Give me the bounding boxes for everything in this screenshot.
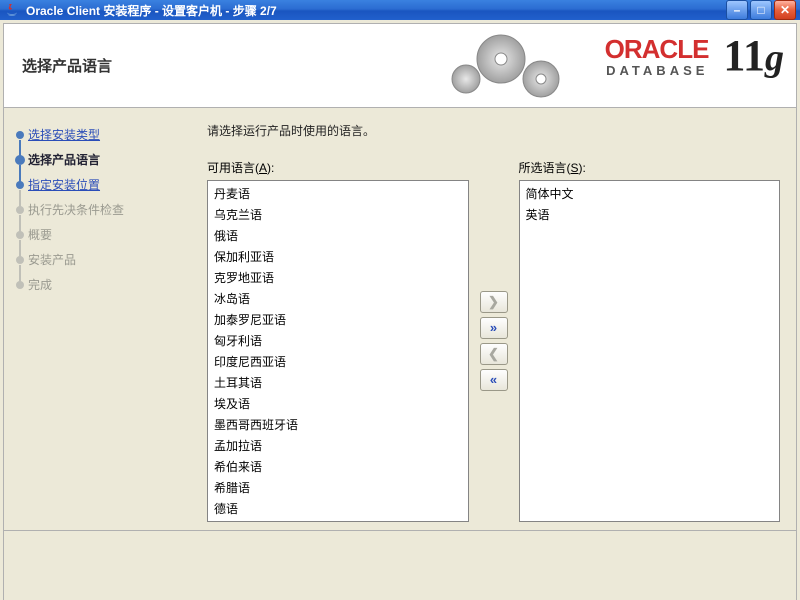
list-item[interactable]: 匈牙利语 <box>208 330 468 351</box>
minimize-button[interactable]: – <box>726 0 748 20</box>
move-all-right-button[interactable]: » <box>480 317 508 339</box>
selected-languages-list[interactable]: 简体中文英语 <box>519 180 781 522</box>
maximize-button[interactable]: □ <box>750 0 772 20</box>
move-right-button[interactable]: ❯ <box>480 291 508 313</box>
list-item[interactable]: 德语 <box>208 498 468 519</box>
oracle-logo: ORACLE DATABASE <box>605 34 709 78</box>
list-item[interactable]: 简体中文 <box>520 183 780 204</box>
gears-graphic <box>441 24 591 109</box>
move-left-button[interactable]: ❮ <box>480 343 508 365</box>
list-item[interactable]: 土耳其语 <box>208 372 468 393</box>
wizard-step-5: 安装产品 <box>4 247 199 272</box>
move-all-left-button[interactable]: « <box>480 369 508 391</box>
list-item[interactable]: 英语 <box>520 204 780 225</box>
list-item[interactable]: 冰岛语 <box>208 288 468 309</box>
titlebar: Oracle Client 安装程序 - 设置客户机 - 步骤 2/7 – □ … <box>0 0 800 20</box>
instruction-text: 请选择运行产品时使用的语言。 <box>207 122 780 139</box>
available-languages-list[interactable]: 丹麦语乌克兰语俄语保加利亚语克罗地亚语冰岛语加泰罗尼亚语匈牙利语印度尼西亚语土耳… <box>207 180 469 522</box>
java-icon <box>4 2 20 18</box>
window-title: Oracle Client 安装程序 - 设置客户机 - 步骤 2/7 <box>26 2 726 19</box>
list-item[interactable]: 乌克兰语 <box>208 204 468 225</box>
list-item[interactable]: 俄语 <box>208 225 468 246</box>
version-logo: 11g <box>723 30 784 81</box>
wizard-sidebar: 选择安装类型选择产品语言指定安装位置执行先决条件检查概要安装产品完成 <box>4 108 199 530</box>
list-item[interactable]: 希伯来语 <box>208 456 468 477</box>
wizard-step-0[interactable]: 选择安装类型 <box>4 122 199 147</box>
list-item[interactable]: 保加利亚语 <box>208 246 468 267</box>
wizard-content: 请选择运行产品时使用的语言。 可用语言(A): 丹麦语乌克兰语俄语保加利亚语克罗… <box>199 108 796 530</box>
log-panel <box>3 531 797 600</box>
wizard-step-4: 概要 <box>4 222 199 247</box>
list-item[interactable]: 希腊语 <box>208 477 468 498</box>
wizard-step-3: 执行先决条件检查 <box>4 197 199 222</box>
wizard-step-2[interactable]: 指定安装位置 <box>4 172 199 197</box>
list-item[interactable]: 克罗地亚语 <box>208 267 468 288</box>
page-title: 选择产品语言 <box>4 55 112 76</box>
list-item[interactable]: 加泰罗尼亚语 <box>208 309 468 330</box>
list-item[interactable]: 印度尼西亚语 <box>208 351 468 372</box>
available-list-label: 可用语言(A): <box>207 159 469 176</box>
selected-list-label: 所选语言(S): <box>519 159 781 176</box>
list-item[interactable]: 孟加拉语 <box>208 435 468 456</box>
list-item[interactable]: 丹麦语 <box>208 183 468 204</box>
wizard-step-6: 完成 <box>4 272 199 297</box>
wizard-header: 选择产品语言 ORACLE DATABASE <box>3 23 797 108</box>
close-button[interactable]: ✕ <box>774 0 796 20</box>
list-item[interactable]: 埃及语 <box>208 393 468 414</box>
list-item[interactable]: 墨西哥西班牙语 <box>208 414 468 435</box>
wizard-step-1: 选择产品语言 <box>4 147 199 172</box>
